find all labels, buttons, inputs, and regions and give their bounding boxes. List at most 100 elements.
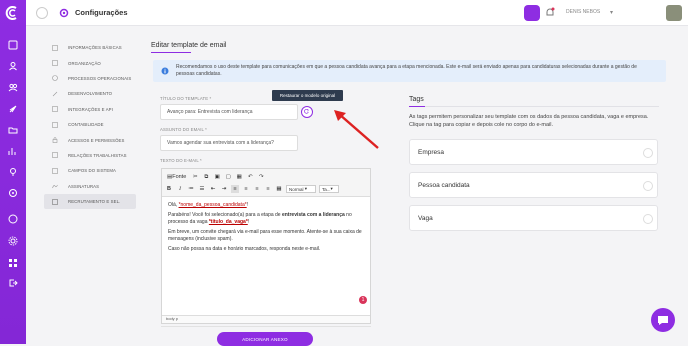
format-select[interactable]: Normal ▾ [286, 185, 316, 193]
avatar[interactable] [666, 5, 682, 21]
sidebar-item-labor[interactable]: RELAÇÕES TRABALHISTAS [44, 148, 136, 163]
api-icon [52, 106, 58, 113]
cut-icon[interactable]: ✂ [191, 173, 199, 181]
redo-icon[interactable]: ↷ [257, 173, 265, 181]
undo-icon[interactable]: ↶ [246, 173, 254, 181]
sidebar-item-integrations[interactable]: INTEGRAÇÕES E API [44, 102, 136, 117]
job-title-tag: *titulo_da_vaga* [208, 219, 248, 225]
bullet-list-icon[interactable]: ☰ [198, 185, 206, 193]
tags-heading: Tags [409, 96, 424, 103]
paste-icon[interactable]: ▣ [213, 173, 221, 181]
source-button[interactable]: ▤ Fonte [165, 173, 188, 181]
tags-description: As tags permitem personalizar seu templa… [409, 114, 649, 128]
bulb-icon[interactable] [8, 167, 18, 177]
annotation-arrow [334, 110, 379, 149]
info-icon [52, 44, 58, 51]
sidebar-item-accounting[interactable]: CONTABILIDADE [44, 117, 136, 132]
align-right-icon[interactable]: ≡ [253, 185, 261, 193]
folder-icon[interactable] [8, 125, 18, 135]
sidebar-item-development[interactable]: DESENVOLVIMENTO [44, 86, 136, 101]
accounting-icon [52, 121, 58, 128]
size-select[interactable]: Ta... ▾ [319, 185, 339, 193]
indent-icon[interactable]: ⇥ [220, 185, 228, 193]
tags-divider [409, 106, 659, 107]
sidebar-item-signatures[interactable]: ASSINATURAS [44, 179, 136, 194]
chat-button[interactable] [651, 308, 675, 332]
counter-badge: 1 [359, 296, 367, 304]
tag-group-vaga[interactable]: Vaga [409, 205, 658, 231]
target-icon[interactable] [8, 188, 18, 198]
copy-icon[interactable]: ⧉ [202, 173, 210, 181]
info-icon [161, 67, 169, 75]
top-bar: Configurações DENIS NEBOS ▾ [26, 0, 688, 26]
chevron-down-icon[interactable]: ▾ [610, 9, 613, 16]
sidebar-item-processes[interactable]: PROCESSOS OPERACIONAIS [44, 71, 136, 86]
bold-icon[interactable]: B [165, 185, 173, 193]
fields-icon [52, 168, 58, 174]
email-body-editor[interactable]: ▤ Fonte ✂ ⧉ ▣ ▢ ▦ ↶ ↷ B I ≔ ☰ ⇤ ⇥ ≡ ≡ ≡ … [161, 168, 371, 324]
help-icon[interactable] [8, 214, 18, 224]
people-icon[interactable] [8, 82, 18, 92]
settings-icon[interactable] [8, 236, 18, 246]
italic-icon[interactable]: I [176, 185, 184, 193]
apps-button[interactable] [524, 5, 540, 21]
rocket-icon[interactable] [8, 104, 18, 114]
restore-tooltip: Restaurar o modelo original [272, 90, 343, 101]
paste-text-icon[interactable]: ▢ [224, 173, 232, 181]
align-left-icon[interactable]: ≡ [231, 185, 239, 193]
sidebar-item-basic-info[interactable]: INFORMAÇÕES BÁSICAS [44, 40, 136, 55]
labor-icon [52, 152, 58, 159]
justify-icon[interactable]: ≡ [264, 185, 272, 193]
chevron-down-icon [643, 181, 653, 191]
page-title: Configurações [75, 8, 128, 17]
paste-word-icon[interactable]: ▦ [235, 173, 243, 181]
subject-label: ASSUNTO DO EMAIL * [160, 127, 207, 132]
sidebar-item-organization[interactable]: ORGANIZAÇÃO [44, 55, 136, 70]
tag-group-pessoa-candidata[interactable]: Pessoa candidata [409, 172, 658, 198]
outdent-icon[interactable]: ⇤ [209, 185, 217, 193]
chat-icon [658, 316, 668, 325]
reply-paragraph: Caso não possa na data e horário marcado… [168, 246, 321, 252]
template-title-input[interactable]: Avanço para: Entrevista com liderança [160, 104, 298, 120]
app-logo-icon[interactable] [5, 5, 21, 21]
sidebar-item-permissions[interactable]: ACESSOS E PERMISSÕES [44, 132, 136, 147]
tags-underline [409, 106, 425, 107]
lock-icon [52, 137, 58, 143]
process-icon [52, 75, 58, 82]
congrats-paragraph: Parabéns! Você foi selecionado(a) para a… [168, 212, 352, 225]
person-icon[interactable] [8, 61, 18, 71]
editor-content[interactable]: Olá, *nome_da_pessoa_candidata*! Parabén… [162, 197, 370, 261]
grid-icon[interactable] [8, 258, 18, 268]
logout-icon[interactable] [8, 278, 18, 288]
template-title-label: TÍTULO DO TEMPLATE * [160, 96, 212, 101]
heading-underline [151, 52, 191, 53]
org-icon [52, 60, 58, 66]
user-name[interactable]: DENIS NEBOS [566, 9, 600, 15]
greeting-paragraph: Olá, *nome_da_pessoa_candidata*! [168, 202, 249, 208]
table-icon[interactable]: ▦ [275, 185, 283, 193]
dashboard-icon[interactable] [8, 40, 18, 50]
refresh-icon [304, 109, 309, 114]
alert-text: Recomendamos o uso deste template para c… [176, 64, 637, 77]
dev-icon [52, 91, 58, 97]
chevron-down-icon [643, 148, 653, 158]
numbered-list-icon[interactable]: ≔ [187, 185, 195, 193]
bell-icon[interactable] [545, 7, 555, 18]
chart-icon[interactable] [8, 146, 18, 156]
recruit-icon [52, 198, 58, 205]
section-heading: Editar template de email [151, 42, 227, 49]
tag-group-empresa[interactable]: Empresa [409, 139, 658, 165]
sidebar-toggle-button[interactable] [36, 7, 48, 19]
gear-icon [59, 8, 69, 18]
sidebar-item-recruitment[interactable]: RECRUTAMENTO E SEL. [44, 193, 136, 210]
editor-status-path: body p [162, 315, 370, 323]
app-rail [0, 0, 26, 344]
sidebar-item-fields[interactable]: CAMPOS DO SISTEMA [44, 163, 136, 178]
invite-paragraph: Em breve, um convite chegará via e-mail … [168, 229, 362, 242]
align-center-icon[interactable]: ≡ [242, 185, 250, 193]
subject-input[interactable]: Vamos agendar sua entrevista com a lider… [160, 135, 298, 151]
info-alert: Recomendamos o uso deste template para c… [153, 60, 666, 82]
restore-template-button[interactable] [301, 106, 313, 118]
candidate-name-tag: *nome_da_pessoa_candidata* [178, 202, 247, 208]
heading-divider [151, 52, 666, 53]
